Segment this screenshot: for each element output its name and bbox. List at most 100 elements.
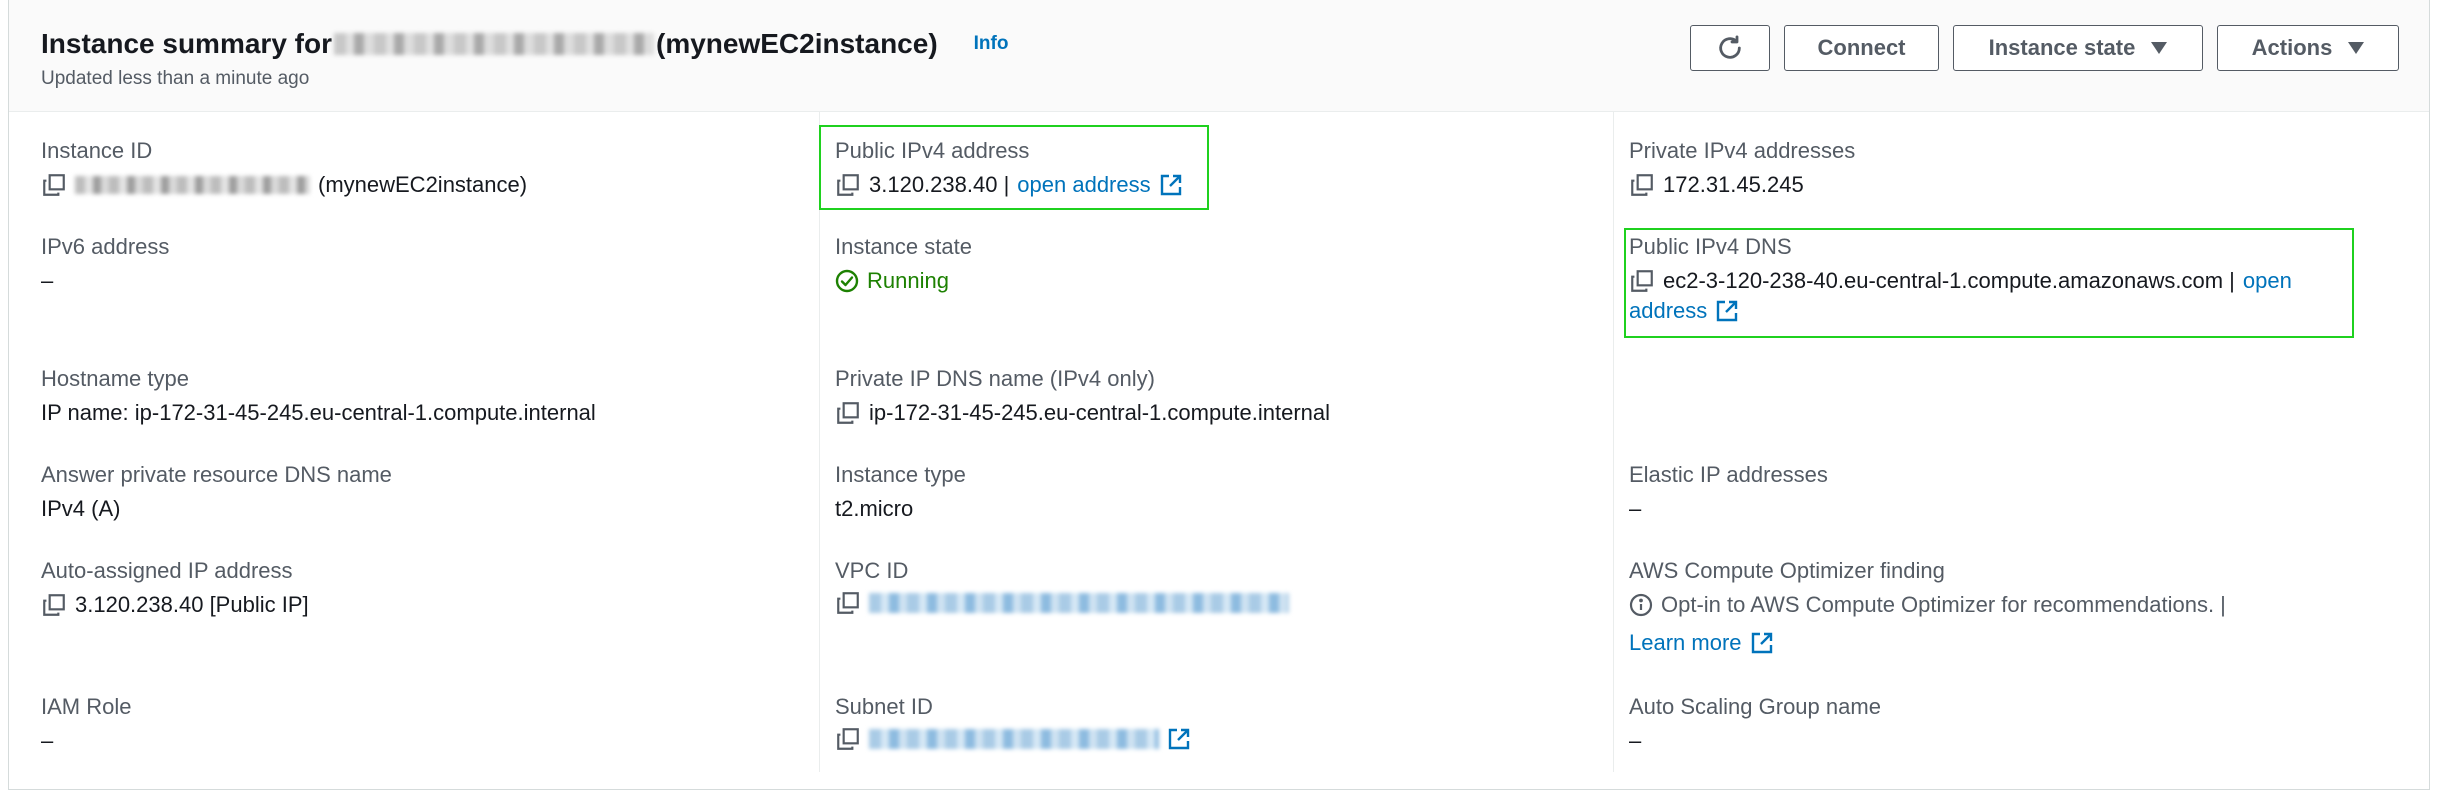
open-address-link[interactable]: open address [1017,170,1150,200]
instance-state-button[interactable]: Instance state [1953,25,2203,71]
copy-icon[interactable] [835,172,861,198]
redacted-instance-id [75,176,310,194]
private-ipv4-label: Private IPv4 addresses [1629,138,1856,163]
redacted-vpc-link[interactable] [869,593,1289,613]
updated-text: Updated less than a minute ago [41,68,310,89]
page-title-prefix: Instance summary for [41,28,332,59]
private-dns-label: Private IP DNS name (IPv4 only) [835,366,1155,391]
hostname-type-value: IP name: ip-172-31-45-245.eu-central-1.c… [41,400,596,425]
subnet-id-label: Subnet ID [835,694,933,719]
refresh-button[interactable] [1690,25,1770,71]
elastic-ip-label: Elastic IP addresses [1629,462,1828,487]
ipv6-field: IPv6 address – [41,232,169,296]
page-title-suffix: (mynewEC2instance) [656,28,938,59]
hostname-type-label: Hostname type [41,366,189,391]
copy-icon[interactable] [41,592,67,618]
public-dns-text: ec2-3-120-238-40.eu-central-1.compute.am… [1663,268,2235,293]
instance-id-value: (mynewEC2instance) [41,170,527,200]
instance-state-text: Running [867,268,949,293]
iam-role-value: – [41,728,54,753]
external-link-icon[interactable] [1750,631,1774,655]
caret-down-icon [2348,42,2365,54]
public-dns-value: ec2-3-120-238-40.eu-central-1.compute.am… [1629,266,2292,296]
copy-icon[interactable] [835,726,861,752]
refresh-icon [1719,35,1741,59]
asg-field: Auto Scaling Group name – [1629,692,1881,756]
elastic-ip-value: – [1629,496,1642,521]
auto-ip-text: 3.120.238.40 [Public IP] [75,592,309,617]
column-divider [1613,112,1614,772]
optimizer-value: Opt-in to AWS Compute Optimizer for reco… [1629,590,2226,620]
learn-more-row: Learn more [1629,628,2226,658]
info-link[interactable]: Info [974,33,1009,55]
redacted-instance-id [334,33,654,55]
elastic-ip-field: Elastic IP addresses – [1629,460,1828,524]
open-address-link[interactable]: open [2243,266,2292,296]
instance-state-label: Instance state [1988,35,2136,60]
actions-button[interactable]: Actions [2217,25,2399,71]
connect-label: Connect [1817,35,1906,60]
vpc-id-value [835,590,1289,616]
hostname-type-field: Hostname type IP name: ip-172-31-45-245.… [41,364,596,428]
optimizer-label: AWS Compute Optimizer finding [1629,558,1945,583]
learn-more-link[interactable]: Learn more [1629,628,1742,658]
public-ipv4-value: 3.120.238.40 | open address [835,170,1183,200]
answer-dns-value: IPv4 (A) [41,496,121,521]
public-ipv4-field: Public IPv4 address 3.120.238.40 | open … [835,136,1183,200]
subnet-id-field: Subnet ID [835,692,1191,752]
private-ipv4-text: 172.31.45.245 [1663,172,1804,197]
actions-label: Actions [2251,35,2333,60]
public-dns-field: Public IPv4 DNS ec2-3-120-238-40.eu-cent… [1629,232,2292,326]
external-link-icon[interactable] [1715,299,1739,323]
external-link-icon[interactable] [1167,727,1191,751]
copy-icon[interactable] [1629,268,1655,294]
instance-id-field: Instance ID (mynewEC2instance) [41,136,527,200]
ipv6-label: IPv6 address [41,234,170,259]
instance-type-label: Instance type [835,462,966,487]
check-circle-icon [835,269,859,293]
open-address-link[interactable]: address [1629,296,1707,326]
vpc-id-field: VPC ID [835,556,1289,616]
subnet-id-value [835,726,1191,752]
external-link-icon[interactable] [1159,173,1183,197]
redacted-subnet-link[interactable] [869,729,1159,749]
optimizer-text: Opt-in to AWS Compute Optimizer for reco… [1661,592,2226,617]
connect-button[interactable]: Connect [1784,25,1939,71]
copy-icon[interactable] [835,400,861,426]
copy-icon[interactable] [1629,172,1655,198]
public-dns-label: Public IPv4 DNS [1629,234,1792,259]
answer-dns-field: Answer private resource DNS name IPv4 (A… [41,460,392,524]
iam-role-label: IAM Role [41,694,132,719]
column-divider [819,112,820,772]
auto-ip-field: Auto-assigned IP address 3.120.238.40 [P… [41,556,309,620]
iam-role-field: IAM Role – [41,692,131,756]
copy-icon[interactable] [41,172,67,198]
vpc-id-label: VPC ID [835,558,909,583]
public-ipv4-label: Public IPv4 address [835,138,1030,163]
instance-state-field: Instance state Running [835,232,972,296]
private-dns-field: Private IP DNS name (IPv4 only) ip-172-3… [835,364,1330,428]
caret-down-icon [2151,42,2168,54]
instance-state-value: Running [835,266,972,296]
private-ipv4-value: 172.31.45.245 [1629,170,1855,200]
ipv6-value: – [41,268,54,293]
copy-icon[interactable] [835,590,861,616]
auto-ip-value: 3.120.238.40 [Public IP] [41,590,309,620]
asg-value: – [1629,728,1642,753]
private-dns-text: ip-172-31-45-245.eu-central-1.compute.in… [869,400,1331,425]
optimizer-field: AWS Compute Optimizer finding Opt-in to … [1629,556,2226,658]
instance-id-label: Instance ID [41,138,153,163]
instance-state-label: Instance state [835,234,972,259]
answer-dns-label: Answer private resource DNS name [41,462,392,487]
instance-summary-panel: Instance summary for (mynewEC2instance) … [8,0,2430,790]
instance-type-value: t2.micro [835,496,914,521]
auto-ip-label: Auto-assigned IP address [41,558,293,583]
private-ipv4-field: Private IPv4 addresses 172.31.45.245 [1629,136,1855,200]
public-dns-value-line2: address [1629,296,2292,326]
info-icon [1629,593,1653,617]
instance-name: (mynewEC2instance) [318,172,528,197]
title-row: Instance summary for (mynewEC2instance) … [41,28,1008,60]
summary-header: Instance summary for (mynewEC2instance) … [9,0,2429,112]
asg-label: Auto Scaling Group name [1629,694,1881,719]
private-dns-value: ip-172-31-45-245.eu-central-1.compute.in… [835,398,1330,428]
